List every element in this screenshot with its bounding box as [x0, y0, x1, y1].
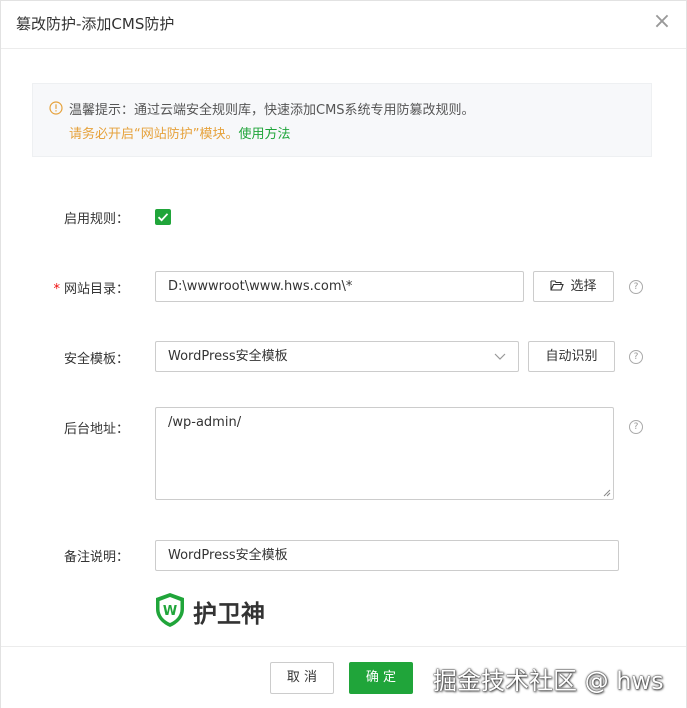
svg-text:W: W: [163, 604, 177, 619]
check-icon: [157, 213, 169, 222]
admin-url-value: /wp-admin/: [168, 415, 242, 430]
enable-rule-label: 启用规则：: [63, 212, 129, 227]
help-icon[interactable]: ?: [629, 280, 643, 294]
dialog: 篡改防护-添加CMS防护 × 温馨提示：通过云端安全规则库，快速添加CMS系统专…: [0, 0, 687, 708]
admin-url-textarea[interactable]: /wp-admin/: [155, 407, 614, 500]
template-select[interactable]: WordPress安全模板: [155, 341, 519, 372]
watermark: 掘金技术社区 @ hws: [433, 667, 664, 695]
dialog-footer: 取 消 确 定 掘金技术社区 @ hws: [1, 646, 686, 708]
resize-handle-icon[interactable]: [603, 489, 611, 497]
template-select-value: WordPress安全模板: [168, 349, 288, 364]
cancel-button[interactable]: 取 消: [270, 662, 334, 694]
help-icon[interactable]: ?: [629, 350, 643, 364]
usage-link[interactable]: 使用方法: [238, 127, 290, 142]
warning-icon: [49, 101, 63, 115]
folder-open-icon: [550, 280, 565, 291]
required-mark: *: [53, 282, 60, 297]
shield-logo-icon: W: [156, 593, 184, 627]
site-dir-input[interactable]: D:\wwwroot\www.hws.com\*: [155, 271, 524, 302]
close-icon[interactable]: ×: [652, 11, 672, 33]
admin-url-label: 后台地址：: [63, 422, 129, 437]
dialog-header: 篡改防护-添加CMS防护 ×: [1, 1, 686, 49]
help-icon[interactable]: ?: [629, 420, 643, 434]
remark-label: 备注说明：: [63, 550, 129, 565]
site-dir-label-text: 网站目录：: [63, 282, 129, 297]
dialog-title: 篡改防护-添加CMS防护: [16, 15, 175, 33]
tip-box: 温馨提示：通过云端安全规则库，快速添加CMS系统专用防篡改规则。 请务必开启“网…: [32, 83, 652, 157]
auto-detect-button[interactable]: 自动识别: [528, 341, 615, 372]
tip-warning: 请务必开启“网站防护”模块。使用方法: [69, 123, 291, 142]
site-dir-label: * 网站目录：: [1, 278, 129, 297]
confirm-button[interactable]: 确 定: [349, 662, 413, 694]
select-dir-label: 选择: [570, 279, 597, 294]
tip-warning-text: 请务必开启“网站防护”模块。: [69, 127, 239, 142]
chevron-down-icon: [494, 353, 506, 360]
select-dir-button[interactable]: 选择: [533, 271, 614, 302]
brand-logo: W 护卫神: [153, 592, 265, 632]
template-label: 安全模板：: [63, 352, 129, 367]
brand-name: 护卫神: [193, 600, 265, 628]
enable-rule-checkbox[interactable]: [155, 209, 171, 225]
remark-input[interactable]: WordPress安全模板: [155, 540, 619, 571]
tip-text: 温馨提示：通过云端安全规则库，快速添加CMS系统专用防篡改规则。: [69, 103, 475, 118]
